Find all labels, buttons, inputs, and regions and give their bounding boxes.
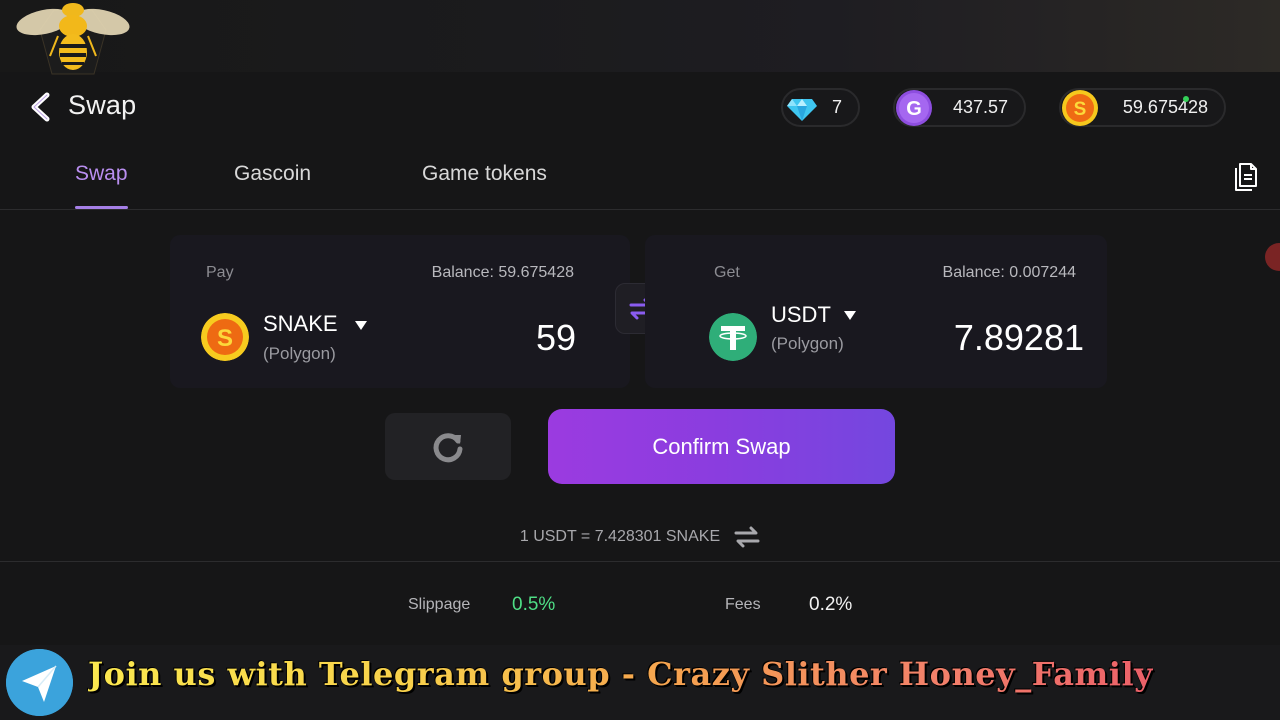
refresh-icon — [433, 432, 463, 462]
telegram-icon — [6, 649, 73, 716]
get-amount-value: 7.89281 — [953, 317, 1084, 358]
usdt-token-icon — [709, 313, 757, 361]
svg-text:G: G — [906, 98, 922, 120]
get-token-network: (Polygon) — [771, 334, 844, 353]
telegram-promo-text: Join us with Telegram group - Crazy Slit… — [88, 655, 1154, 693]
pay-balance: Balance: 59.675428 — [431, 264, 574, 281]
slippage-value[interactable]: 0.5% — [512, 594, 555, 616]
snake-balance-pill[interactable]: S 59.675428 — [1059, 88, 1226, 127]
pay-token-dropdown-caret[interactable] — [355, 321, 367, 330]
bee-mascot-logo — [16, 3, 130, 75]
get-token-dropdown-caret[interactable] — [844, 311, 856, 320]
snake-coin-icon: S — [1062, 89, 1098, 126]
page-title: Swap — [68, 90, 137, 120]
header: Swap 7 G 437.57 S 59.675428 — [0, 80, 1280, 136]
gems-balance-pill[interactable]: 7 — [781, 88, 860, 127]
gems-value: 7 — [831, 97, 842, 117]
gascoin-value: 437.57 — [952, 97, 1008, 117]
notification-dot — [1265, 243, 1280, 271]
get-card: Get Balance: 0.007244 USDT (Polygon) 7.8… — [645, 235, 1107, 388]
svg-text:S: S — [1074, 99, 1087, 120]
gem-icon — [787, 98, 817, 121]
slippage-label: Slippage — [408, 596, 471, 613]
status-dot — [1183, 96, 1189, 102]
fees-label: Fees — [725, 596, 761, 613]
get-token-name[interactable]: USDT — [771, 302, 831, 328]
back-chevron-icon[interactable] — [28, 92, 54, 122]
snake-token-icon: S — [201, 313, 249, 361]
tab-game-tokens[interactable]: Game tokens — [422, 162, 547, 186]
fees-value: 0.2% — [809, 594, 853, 615]
confirm-swap-button[interactable]: Confirm Swap — [548, 409, 895, 484]
snake-balance-value: 59.675428 — [1122, 97, 1208, 117]
top-strip — [0, 0, 1280, 72]
pay-label: Pay — [206, 264, 234, 281]
get-balance: Balance: 0.007244 — [942, 264, 1076, 281]
active-tab-indicator — [75, 206, 128, 209]
tab-gascoin[interactable]: Gascoin — [234, 162, 311, 186]
svg-text:S: S — [217, 325, 233, 352]
exchange-rate-row: 1 USDT = 7.428301 SNAKE — [0, 526, 1280, 548]
history-document-icon[interactable] — [1232, 160, 1260, 192]
get-label: Get — [714, 264, 740, 281]
gascoin-icon: G — [896, 89, 932, 126]
pay-token-name[interactable]: SNAKE — [263, 311, 338, 337]
exchange-rate-text: 1 USDT = 7.428301 SNAKE — [519, 528, 721, 545]
tab-swap[interactable]: Swap — [75, 162, 128, 186]
refresh-button[interactable] — [385, 413, 511, 480]
gascoin-balance-pill[interactable]: G 437.57 — [893, 88, 1026, 127]
invert-rate-icon[interactable] — [734, 526, 760, 548]
pay-card: Pay Balance: 59.675428 S SNAKE (Polygon)… — [170, 235, 630, 388]
pay-amount-input[interactable]: 59 — [536, 317, 576, 359]
divider — [0, 561, 1280, 562]
tab-bar: Swap Gascoin Game tokens — [0, 152, 1280, 210]
pay-token-network: (Polygon) — [263, 344, 336, 363]
